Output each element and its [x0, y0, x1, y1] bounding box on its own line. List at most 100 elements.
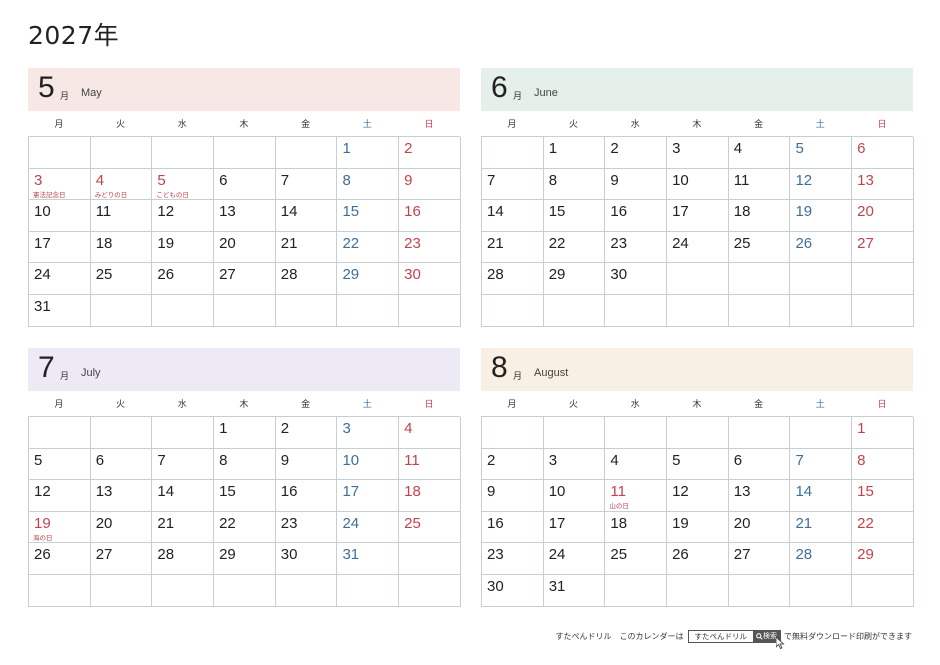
day-number: 8 — [857, 451, 866, 469]
day-number: 11 — [733, 171, 750, 189]
day-cell: 10 — [543, 480, 606, 512]
day-number: 28 — [795, 546, 813, 564]
day-cell: 31 — [543, 574, 606, 607]
day-cell: 17 — [29, 231, 91, 264]
day-cell — [605, 294, 668, 327]
day-number: 13 — [857, 171, 874, 189]
day-cell: 17 — [337, 480, 400, 512]
day-cell: 21 — [275, 231, 338, 264]
day-number: 26 — [157, 266, 175, 284]
day-number: 21 — [280, 234, 298, 252]
day-number: 5 — [795, 140, 804, 157]
day-cell: 25 — [399, 511, 461, 544]
day-number: 23 — [487, 546, 504, 564]
day-cell: 2 — [605, 137, 668, 169]
day-cell — [790, 417, 853, 449]
day-number: 2 — [487, 451, 496, 469]
day-cell: 8 — [214, 448, 276, 481]
day-cell: 23 — [605, 231, 668, 264]
day-cell — [275, 574, 338, 607]
day-number: 26 — [34, 546, 51, 564]
day-cell: 27 — [728, 543, 791, 575]
day-cell: 30 — [605, 263, 668, 295]
day-cell — [852, 263, 914, 295]
day-number: 8 — [219, 451, 228, 469]
day-cell — [275, 137, 338, 169]
day-cell: 8 — [852, 448, 914, 481]
weekday-label: 金 — [754, 400, 764, 410]
day-cell — [90, 294, 153, 327]
day-number: 20 — [219, 234, 236, 252]
month-english-name: May — [81, 87, 102, 99]
day-cell: 29 — [852, 543, 914, 575]
day-cell — [399, 574, 461, 607]
day-cell: 6 — [214, 168, 276, 201]
day-cell: 14 — [152, 480, 215, 512]
search-box[interactable]: すたぺんドリル 検索 — [687, 630, 785, 649]
day-cell: 8 — [543, 168, 606, 201]
day-number: 19 — [672, 514, 689, 532]
day-number: 2 — [610, 140, 619, 157]
day-number: 19 — [34, 514, 51, 532]
day-cell: 26 — [790, 231, 853, 264]
month-kanji: 月 — [513, 372, 523, 382]
month-english-name: August — [534, 367, 569, 379]
search-input[interactable]: すたぺんドリル — [689, 631, 754, 642]
day-cell: 24 — [543, 543, 606, 575]
day-cell: 11 — [90, 200, 153, 232]
day-cell: 21 — [152, 511, 215, 544]
day-cell: 11 山の日 — [605, 480, 668, 512]
day-number: 10 — [342, 451, 360, 469]
day-number: 6 — [733, 451, 743, 469]
day-cell — [29, 574, 91, 607]
day-cell: 3 憲法記念日 — [29, 168, 91, 201]
day-cell: 24 — [667, 231, 729, 264]
day-cell: 15 — [214, 480, 276, 512]
day-cell: 26 — [152, 263, 215, 295]
weekday-label: 火 — [116, 120, 126, 130]
day-cell: 15 — [543, 200, 606, 232]
footer-suffix: で無料ダウンロード印刷ができます — [784, 632, 912, 641]
day-number: 5 — [672, 451, 681, 469]
day-cell: 3 — [337, 417, 400, 449]
day-cell — [790, 263, 853, 295]
day-number: 4 — [733, 140, 743, 157]
cursor-icon — [776, 637, 785, 649]
day-cell: 26 — [29, 543, 91, 575]
weekday-label: 木 — [239, 400, 249, 410]
month-kanji: 月 — [60, 92, 70, 102]
day-cell — [90, 137, 153, 169]
day-number: 24 — [34, 266, 51, 284]
month-number: 6 — [491, 71, 508, 104]
day-number: 20 — [733, 514, 751, 532]
month-3: 8 月 August 月火水木金土日 1 2 3 4 5 6 7 8 9 10 11 山の日 12 13 14 15 1… — [481, 348, 914, 607]
day-number: 27 — [219, 266, 236, 284]
day-cell: 27 — [852, 231, 914, 264]
day-cell: 19 — [667, 511, 729, 544]
day-number: 21 — [795, 514, 813, 532]
day-number: 23 — [404, 234, 421, 252]
day-cell: 13 — [852, 168, 914, 201]
day-cell: 3 — [543, 448, 606, 481]
day-cell: 1 — [337, 137, 400, 169]
month-number: 8 — [491, 351, 508, 384]
day-number: 30 — [280, 546, 298, 564]
day-number: 7 — [487, 171, 496, 189]
day-number: 12 — [34, 483, 51, 501]
footer: すたぺんドリル このカレンダーは すたぺんドリル 検索 で無料ダウンロード印刷が… — [556, 630, 912, 649]
search-button[interactable]: 検索 — [753, 631, 785, 649]
weekday-label: 月 — [507, 120, 517, 130]
day-cell: 20 — [728, 511, 791, 544]
day-number: 7 — [795, 451, 804, 469]
weekday-label: 水 — [177, 400, 187, 410]
day-cell: 2 — [275, 417, 338, 449]
day-cell: 4 — [399, 417, 461, 449]
day-number: 15 — [857, 483, 874, 501]
day-cell: 18 — [399, 480, 461, 512]
day-number: 27 — [95, 546, 113, 564]
holiday-label: 憲法記念日 — [33, 190, 66, 199]
day-cell: 25 — [728, 231, 791, 264]
day-grid: 1 2 3 憲法記念日 4 みどりの日 5 こどもの日 6 7 8 9 10 11 12 13 14 15 16 17… — [28, 136, 461, 327]
day-cell: 31 — [337, 543, 400, 575]
day-cell: 10 — [29, 200, 91, 232]
